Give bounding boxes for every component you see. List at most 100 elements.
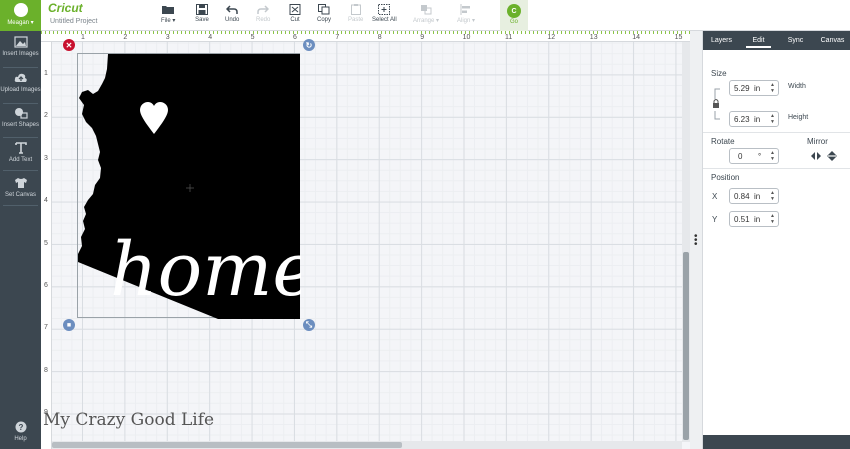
height-value: 6.23	[734, 115, 750, 124]
lock-handle[interactable]: ■	[63, 319, 75, 331]
sidebar-item-insert-shapes[interactable]: Insert Shapes	[0, 106, 41, 129]
undo-label: Undo	[225, 17, 240, 23]
panel-tabs: Layers Edit Sync Canvas	[703, 31, 850, 50]
select-all-icon	[377, 3, 391, 15]
width-unit: in	[754, 84, 761, 93]
resize-icon: ⤡	[305, 320, 313, 329]
position-x-input[interactable]: 0.84 in ▲ ▼	[729, 188, 779, 204]
ruler-left-number: 7	[44, 324, 48, 332]
copy-label: Copy	[317, 17, 332, 23]
flip-vertical-icon[interactable]	[827, 151, 837, 161]
width-value: 5.29	[734, 84, 750, 93]
width-stepper[interactable]: ▲ ▼	[770, 82, 775, 94]
height-input[interactable]: 6.23 in ▲ ▼	[729, 111, 779, 127]
vertical-scrollbar[interactable]	[682, 42, 690, 442]
position-y-input[interactable]: 0.51 in ▲ ▼	[729, 211, 779, 227]
resize-handle[interactable]: ⤡	[303, 319, 315, 331]
y-unit: in	[754, 215, 761, 224]
shapes-icon	[13, 106, 29, 120]
copy-button[interactable]: Copy	[317, 3, 331, 29]
rotate-input[interactable]: 0 ° ▲ ▼	[729, 148, 779, 164]
sidebar-divider	[3, 205, 38, 206]
rotate-icon: ↻	[305, 40, 313, 50]
sidebar-item-insert-images[interactable]: Insert Images	[0, 35, 41, 58]
ruler-top-number: 12	[547, 34, 556, 41]
go-icon: C	[507, 4, 521, 18]
undo-button[interactable]: Undo	[225, 3, 239, 29]
ruler-top-number: 2	[123, 34, 128, 41]
delete-handle[interactable]: ✕	[63, 39, 75, 51]
go-button[interactable]: C Go	[500, 0, 528, 31]
selected-design[interactable]: home.	[77, 53, 301, 319]
redo-button[interactable]: Redo	[256, 3, 270, 29]
paste-icon	[349, 3, 363, 15]
sidebar-item-upload-images[interactable]: Upload Images	[0, 71, 41, 94]
ruler-top-number: 5	[250, 34, 255, 41]
user-menu-button[interactable]: Meagan ▾	[0, 0, 41, 31]
flip-horizontal-icon[interactable]	[811, 151, 821, 161]
panel-divider	[703, 168, 850, 169]
cut-icon	[288, 3, 302, 15]
panel-divider	[703, 132, 850, 133]
ruler-top-number: 15	[674, 34, 683, 41]
text-icon	[13, 141, 29, 155]
image-icon	[13, 35, 29, 49]
user-icon	[13, 3, 28, 17]
tab-edit[interactable]: Edit	[740, 31, 777, 50]
file-menu-button[interactable]: File ▾	[161, 3, 175, 29]
panel-splitter[interactable]: • • •	[690, 31, 702, 449]
rotate-value: 0	[738, 152, 743, 161]
left-sidebar: Meagan ▾ Insert Images Upload Images Ins…	[0, 0, 41, 449]
align-menu-button[interactable]: Align ▾	[457, 3, 475, 29]
edit-panel: Layers Edit Sync Canvas Size 5.29 in ▲ ▼ …	[702, 31, 850, 449]
height-label: Height	[788, 114, 809, 121]
sidebar-divider	[3, 103, 38, 104]
sidebar-divider	[3, 137, 38, 138]
save-button[interactable]: Save	[195, 3, 209, 29]
height-stepper[interactable]: ▲ ▼	[770, 113, 775, 125]
sidebar-item-set-canvas[interactable]: Set Canvas	[0, 176, 41, 199]
select-all-label: Select All	[372, 17, 397, 23]
design-canvas[interactable]: 123456789101112131415 123456789 home. ✕ …	[41, 31, 690, 449]
redo-label: Redo	[256, 17, 271, 23]
width-label: Width	[788, 83, 806, 90]
user-name: Meagan ▾	[7, 20, 34, 26]
sidebar-item-label: Insert Images	[2, 51, 39, 57]
left-ruler: 123456789	[41, 42, 52, 449]
x-stepper[interactable]: ▲ ▼	[770, 190, 775, 202]
redo-icon	[256, 3, 270, 15]
help-button[interactable]: ? Help	[0, 420, 41, 443]
tab-layers[interactable]: Layers	[703, 31, 740, 50]
copy-icon	[317, 3, 331, 15]
sidebar-item-add-text[interactable]: Add Text	[0, 141, 41, 164]
top-ruler: 1 2 3 4 5 6 7 8 9 10 11 12 13 14 15	[41, 31, 690, 42]
ruler-left-number: 4	[44, 197, 48, 205]
select-all-button[interactable]: Select All	[372, 3, 397, 29]
horizontal-scroll-thumb[interactable]	[52, 442, 402, 448]
aspect-lock-icon[interactable]	[712, 86, 724, 122]
cut-button[interactable]: Cut	[288, 3, 302, 29]
arrange-menu-button[interactable]: Arrange ▾	[413, 3, 439, 29]
sidebar-item-label: Set Canvas	[4, 192, 37, 198]
align-label: Align ▾	[457, 18, 476, 24]
tab-canvas[interactable]: Canvas	[814, 31, 850, 50]
save-icon	[195, 3, 209, 15]
y-stepper[interactable]: ▲ ▼	[770, 213, 775, 225]
top-toolbar: Cricut Untitled Project File ▾ Save Undo…	[41, 0, 850, 31]
ruler-top-number: 10	[462, 34, 471, 41]
horizontal-scrollbar[interactable]	[52, 441, 682, 449]
project-title[interactable]: Untitled Project	[50, 18, 97, 25]
tab-sync[interactable]: Sync	[777, 31, 814, 50]
width-input[interactable]: 5.29 in ▲ ▼	[729, 80, 779, 96]
ruler-top-number: 7	[335, 34, 340, 41]
cut-label: Cut	[290, 17, 300, 23]
sidebar-item-label: Insert Shapes	[1, 122, 40, 128]
vertical-scroll-thumb[interactable]	[683, 252, 689, 440]
ruler-top-number: 13	[589, 34, 598, 41]
rotate-handle[interactable]: ↻	[303, 39, 315, 51]
paste-button[interactable]: Paste	[348, 3, 363, 29]
y-label: Y	[712, 215, 718, 224]
panel-footer	[703, 435, 850, 449]
rotate-stepper[interactable]: ▲ ▼	[770, 150, 775, 162]
arrange-icon	[419, 3, 433, 15]
